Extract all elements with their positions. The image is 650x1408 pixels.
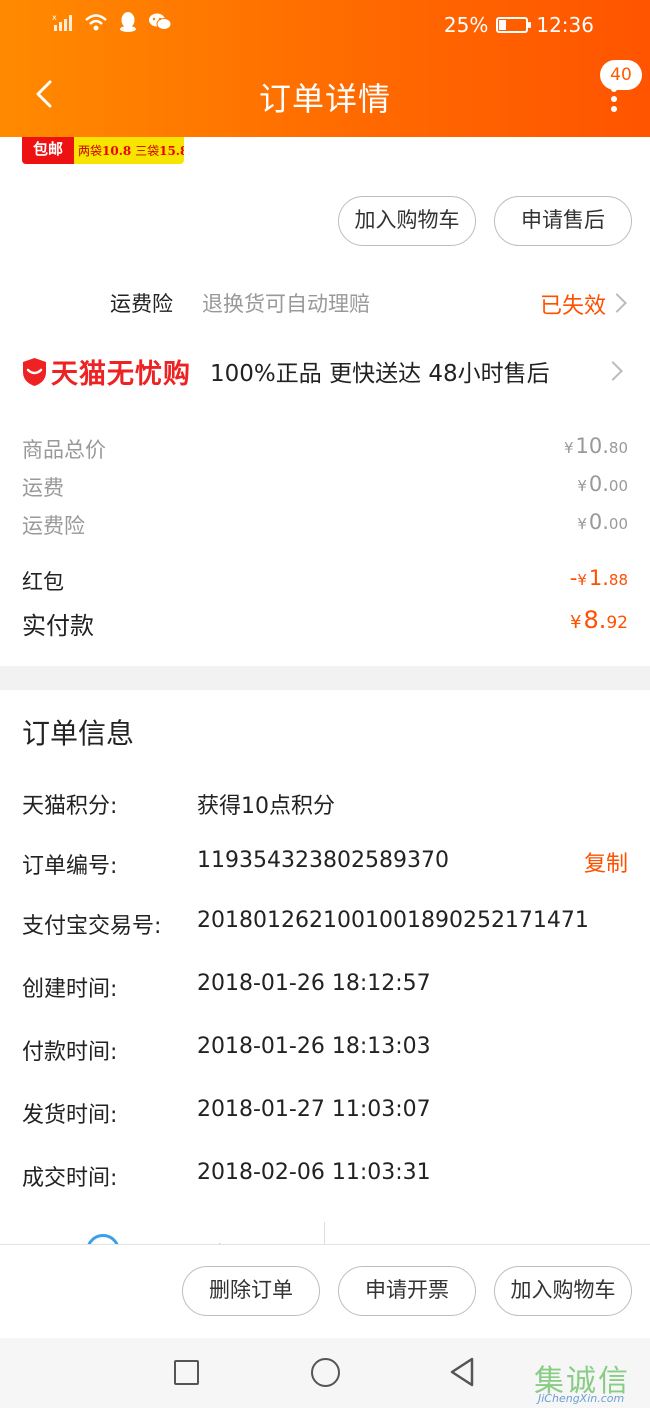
chevron-right-icon	[603, 361, 623, 381]
battery-fill	[499, 20, 507, 30]
info-row-paid: 付款时间: 2018-01-26 18:13:03	[22, 1028, 628, 1068]
price-label: 红包	[22, 570, 64, 594]
battery-icon	[496, 17, 532, 33]
status-icons: x	[52, 11, 172, 42]
customer-service-icon	[86, 1234, 120, 1244]
apply-after-sale-button[interactable]: 申请售后	[494, 196, 632, 246]
watermark-logo: 集诚信 JiChengXin.com	[530, 1356, 650, 1408]
info-row-order-number: 订单编号: 119354323802589370 复制	[22, 842, 628, 882]
info-key: 成交时间:	[22, 1166, 118, 1191]
price-value: -¥1.88	[569, 566, 628, 590]
no-sim-signal-icon: x	[52, 12, 74, 41]
product-promo-image[interactable]: 包邮 两袋10.8 三袋15.8	[22, 137, 184, 164]
info-row-shipped: 发货时间: 2018-01-27 11:03:07	[22, 1091, 628, 1131]
price-value: ¥8.92	[570, 606, 628, 634]
price-label: 运费险	[22, 514, 85, 538]
info-row-points: 天猫积分: 获得10点积分	[22, 782, 628, 822]
shipping-insurance-status: 已失效	[539, 294, 606, 319]
promo-text: 两袋10.8 三袋15.8	[78, 144, 184, 158]
vertical-divider	[324, 1222, 325, 1244]
svg-text:x: x	[52, 13, 57, 22]
price-value: ¥0.00	[577, 472, 628, 496]
info-key: 天猫积分:	[22, 794, 118, 819]
contact-seller-label: 联系卖家	[136, 1236, 232, 1244]
message-count-badge[interactable]: 40	[600, 60, 642, 90]
tmall-guarantee-row[interactable]: 天猫无忧购 100%正品 更快送达 48小时售后	[0, 344, 650, 396]
info-key: 支付宝交易号:	[22, 914, 162, 939]
nav-bar: 订单详情 40	[0, 52, 650, 137]
tmall-brand-name: 天猫无忧购	[51, 359, 191, 390]
info-row-completed: 成交时间: 2018-02-06 11:03:31	[22, 1154, 628, 1194]
shipping-insurance-desc: 退换货可自动理赔	[202, 292, 370, 316]
free-shipping-tag: 包邮	[22, 137, 74, 164]
order-info-title: 订单信息	[22, 717, 135, 750]
status-right: 25% 12:36	[444, 10, 594, 40]
watermark-url: JiChengXin.com	[538, 1392, 625, 1405]
page-title: 订单详情	[258, 80, 391, 118]
clock: 12:36	[536, 13, 594, 37]
bottom-add-to-cart-button[interactable]: 加入购物车	[494, 1266, 632, 1316]
price-value: ¥10.80	[563, 434, 628, 458]
copy-order-number-button[interactable]: 复制	[584, 846, 628, 878]
price-row-insurance: 运费险 ¥0.00	[22, 508, 628, 542]
request-invoice-button[interactable]: 申请开票	[338, 1266, 476, 1316]
recent-apps-icon[interactable]	[174, 1360, 199, 1385]
info-key: 订单编号:	[22, 854, 118, 879]
info-key: 发货时间:	[22, 1103, 118, 1128]
info-value: 2018012621001001890252171471	[197, 908, 589, 933]
qq-icon	[118, 11, 138, 42]
delete-order-button[interactable]: 删除订单	[182, 1266, 320, 1316]
info-value: 2018-01-27 11:03:07	[197, 1097, 431, 1122]
price-row-paid: 实付款 ¥8.92	[22, 604, 628, 640]
shipping-insurance-row[interactable]: 运费险 退换货可自动理赔 已失效	[0, 278, 650, 328]
info-key: 付款时间:	[22, 1040, 118, 1065]
price-row-subtotal: 商品总价 ¥10.80	[22, 432, 628, 466]
add-to-cart-button[interactable]: 加入购物车	[338, 196, 476, 246]
info-key: 创建时间:	[22, 977, 118, 1002]
info-row-created: 创建时间: 2018-01-26 18:12:57	[22, 965, 628, 1005]
chevron-right-icon	[607, 293, 627, 313]
price-label: 实付款	[22, 612, 94, 640]
price-label: 运费	[22, 476, 64, 500]
info-value: 2018-01-26 18:12:57	[197, 971, 431, 996]
tmall-logo: 天猫无忧购	[22, 352, 191, 391]
price-row-shipping: 运费 ¥0.00	[22, 470, 628, 504]
price-label: 商品总价	[22, 438, 106, 462]
info-value: 2018-02-06 11:03:31	[197, 1160, 431, 1185]
wechat-icon	[148, 12, 172, 41]
price-row-red-packet: 红包 -¥1.88	[22, 564, 628, 598]
section-divider	[0, 666, 650, 690]
tmall-features: 100%正品 更快送达 48小时售后	[210, 361, 550, 387]
info-value: 获得10点积分	[197, 794, 335, 819]
back-icon[interactable]	[448, 1356, 476, 1388]
info-value: 119354323802589370	[197, 848, 449, 873]
battery-percent: 25%	[443, 13, 489, 37]
price-value: ¥0.00	[577, 510, 628, 534]
wifi-icon	[84, 12, 108, 41]
home-icon[interactable]	[311, 1358, 340, 1387]
info-row-alipay-trade: 支付宝交易号: 2018012621001001890252171471	[22, 902, 628, 942]
tmall-shield-icon	[23, 357, 46, 386]
app-header: x 25% 12:36 订单详情 40	[0, 0, 650, 137]
bottom-action-bar: 删除订单 申请开票 加入购物车	[0, 1244, 650, 1338]
info-value: 2018-01-26 18:13:03	[197, 1034, 431, 1059]
status-bar: x 25% 12:36	[0, 0, 650, 52]
contact-seller-row[interactable]: 联系卖家	[0, 1222, 650, 1244]
shipping-insurance-label: 运费险	[110, 292, 173, 316]
